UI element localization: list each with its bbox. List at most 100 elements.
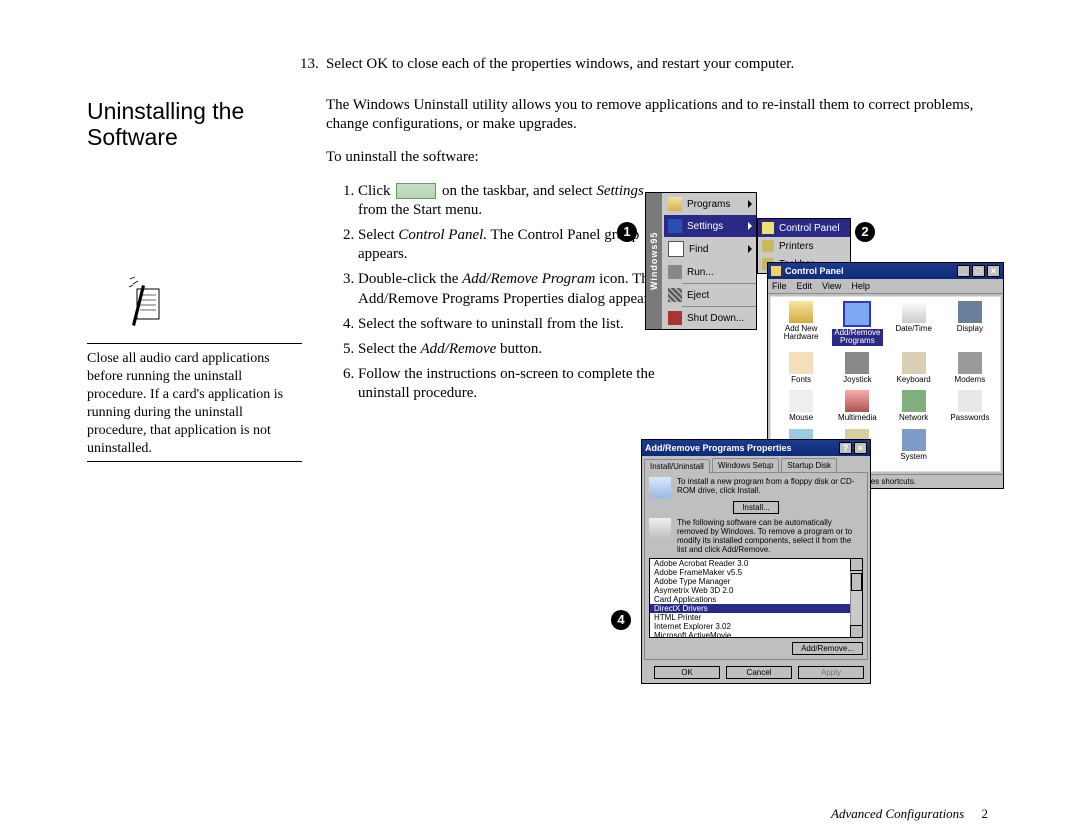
close-button[interactable]: × <box>987 265 1000 277</box>
control-panel-item[interactable]: Keyboard <box>886 352 942 384</box>
programs-list[interactable]: Adobe Acrobat Reader 3.0Adobe FrameMaker… <box>649 558 863 638</box>
help-button[interactable]: ? <box>839 442 852 454</box>
page: 13. Select OK to close each of the prope… <box>0 0 1080 840</box>
callout-1: 1 <box>617 222 637 242</box>
tab[interactable]: Windows Setup <box>712 458 780 472</box>
tab[interactable]: Startup Disk <box>781 458 837 472</box>
start-menu: Windows95 Programs Settings Find Run... Ejec… <box>645 192 757 330</box>
start-menu-item-label: Eject <box>687 290 709 301</box>
control-panel-item[interactable]: Passwords <box>942 390 998 422</box>
start-menu-item[interactable]: Eject <box>664 284 756 306</box>
note-rule-bottom <box>87 461 302 462</box>
control-panel-item[interactable]: System <box>886 429 942 470</box>
control-panel-item[interactable]: Add/RemovePrograms <box>829 301 885 346</box>
menu-item[interactable]: View <box>822 281 841 291</box>
dialog-buttons: OK Cancel Apply <box>642 662 870 683</box>
list-item[interactable]: Adobe Type Manager <box>650 577 862 586</box>
sht-icon <box>668 311 682 325</box>
control-panel-item[interactable]: Joystick <box>829 352 885 384</box>
start-menu-item[interactable]: Settings <box>664 215 756 237</box>
control-panel-menubar: File Edit View Help <box>768 279 1003 294</box>
apply-button[interactable]: Apply <box>798 666 864 679</box>
uninstall-text: The following software can be automatica… <box>677 518 863 554</box>
menu-item[interactable]: Edit <box>797 281 813 291</box>
run-icon <box>668 265 682 279</box>
list-item[interactable]: Card Applications <box>650 595 862 604</box>
close-button[interactable]: × <box>854 442 867 454</box>
flyout-item[interactable]: Control Panel <box>758 219 850 237</box>
start-menu-item[interactable]: Run... <box>664 261 756 283</box>
start-menu-stripe: Windows95 <box>646 193 662 329</box>
control-panel-item[interactable]: Modems <box>942 352 998 384</box>
start-menu-item-label: Programs <box>687 199 730 210</box>
control-panel-titlebar[interactable]: Control Panel _ □ × <box>768 263 1003 279</box>
list-item[interactable]: Microsoft ActiveMovie <box>650 631 862 638</box>
add-remove-titlebar[interactable]: Add/Remove Programs Properties ? × <box>642 440 870 456</box>
start-menu-item[interactable]: Find <box>664 237 756 261</box>
list-item[interactable]: HTML Printer <box>650 613 862 622</box>
ok-button[interactable]: OK <box>654 666 720 679</box>
callout-2: 2 <box>855 222 875 242</box>
step-4: Select the software to uninstall from th… <box>358 315 663 334</box>
chevron-right-icon <box>748 245 752 253</box>
step-5: Select the Add/Remove button. <box>358 340 663 359</box>
sys-icon <box>902 429 926 451</box>
start-menu-item[interactable]: Shut Down... <box>664 307 756 329</box>
control-panel-item[interactable]: Mouse <box>773 390 829 422</box>
list-item[interactable]: Adobe FrameMaker v5.5 <box>650 568 862 577</box>
footer-page: 2 <box>982 806 989 821</box>
menu-item[interactable]: File <box>772 281 787 291</box>
list-item[interactable]: DirectX Drivers <box>650 604 862 613</box>
control-panel-item-label: Passwords <box>950 414 989 422</box>
control-panel-item[interactable]: Date/Time <box>886 301 942 346</box>
control-panel-item[interactable]: Network <box>886 390 942 422</box>
mdm-icon <box>958 352 982 374</box>
scroll-thumb[interactable] <box>851 573 862 591</box>
minimize-button[interactable]: _ <box>957 265 970 277</box>
control-panel-title: Control Panel <box>785 266 844 276</box>
to-uninstall-line: To uninstall the software: <box>326 148 990 167</box>
notepad-icon <box>127 275 167 335</box>
dsp-icon <box>958 301 982 323</box>
control-panel-item[interactable]: Display <box>942 301 998 346</box>
footer-label: Advanced Configurations <box>831 806 964 821</box>
control-panel-item[interactable]: Multimedia <box>829 390 885 422</box>
install-button[interactable]: Install... <box>733 501 779 514</box>
joy-icon <box>845 352 869 374</box>
start-button-icon <box>396 183 436 199</box>
list-scrollbar[interactable] <box>850 559 862 637</box>
control-panel-item-label: Display <box>957 325 983 333</box>
start-menu-item[interactable]: Programs <box>664 193 756 215</box>
control-panel-item-label: Mouse <box>789 414 813 422</box>
start-menu-item-label: Find <box>689 244 708 255</box>
list-item[interactable]: Internet Explorer 3.02 <box>650 622 862 631</box>
control-panel-item[interactable]: Add NewHardware <box>773 301 829 346</box>
add-remove-dialog: Add/Remove Programs Properties ? × Insta… <box>641 439 871 684</box>
maximize-button[interactable]: □ <box>972 265 985 277</box>
ext-icon <box>668 288 682 302</box>
install-uninstall-pane: To install a new program from a floppy d… <box>644 472 868 660</box>
note-text: Close all audio card applications before… <box>87 350 302 457</box>
add-remove-button[interactable]: Add/Remove... <box>792 642 863 655</box>
step-1: Click on the taskbar, and select Setting… <box>358 182 663 220</box>
control-panel-item-label: System <box>900 453 927 461</box>
note-box: Close all audio card applications before… <box>87 275 302 468</box>
start-menu-item-label: Run... <box>687 267 714 278</box>
flyout-item[interactable]: Printers <box>758 237 850 255</box>
scroll-down-button[interactable] <box>850 625 863 638</box>
install-icon <box>649 477 671 499</box>
control-panel-icon <box>771 266 781 276</box>
tab[interactable]: Install/Uninstall <box>644 459 710 473</box>
control-panel-item-label: Date/Time <box>895 325 932 333</box>
control-panel-item[interactable]: Fonts <box>773 352 829 384</box>
menu-item[interactable]: Help <box>851 281 870 291</box>
list-item[interactable]: Adobe Acrobat Reader 3.0 <box>650 559 862 568</box>
step-13-number: 13. <box>300 56 319 73</box>
intro-paragraph: The Windows Uninstall utility allows you… <box>326 96 990 134</box>
scroll-up-button[interactable] <box>850 558 863 571</box>
cancel-button[interactable]: Cancel <box>726 666 792 679</box>
list-item[interactable]: Asymetrix Web 3D 2.0 <box>650 586 862 595</box>
control-panel-item-label: Modems <box>955 376 986 384</box>
control-panel-item-label: Fonts <box>791 376 811 384</box>
fnt-icon <box>789 352 813 374</box>
